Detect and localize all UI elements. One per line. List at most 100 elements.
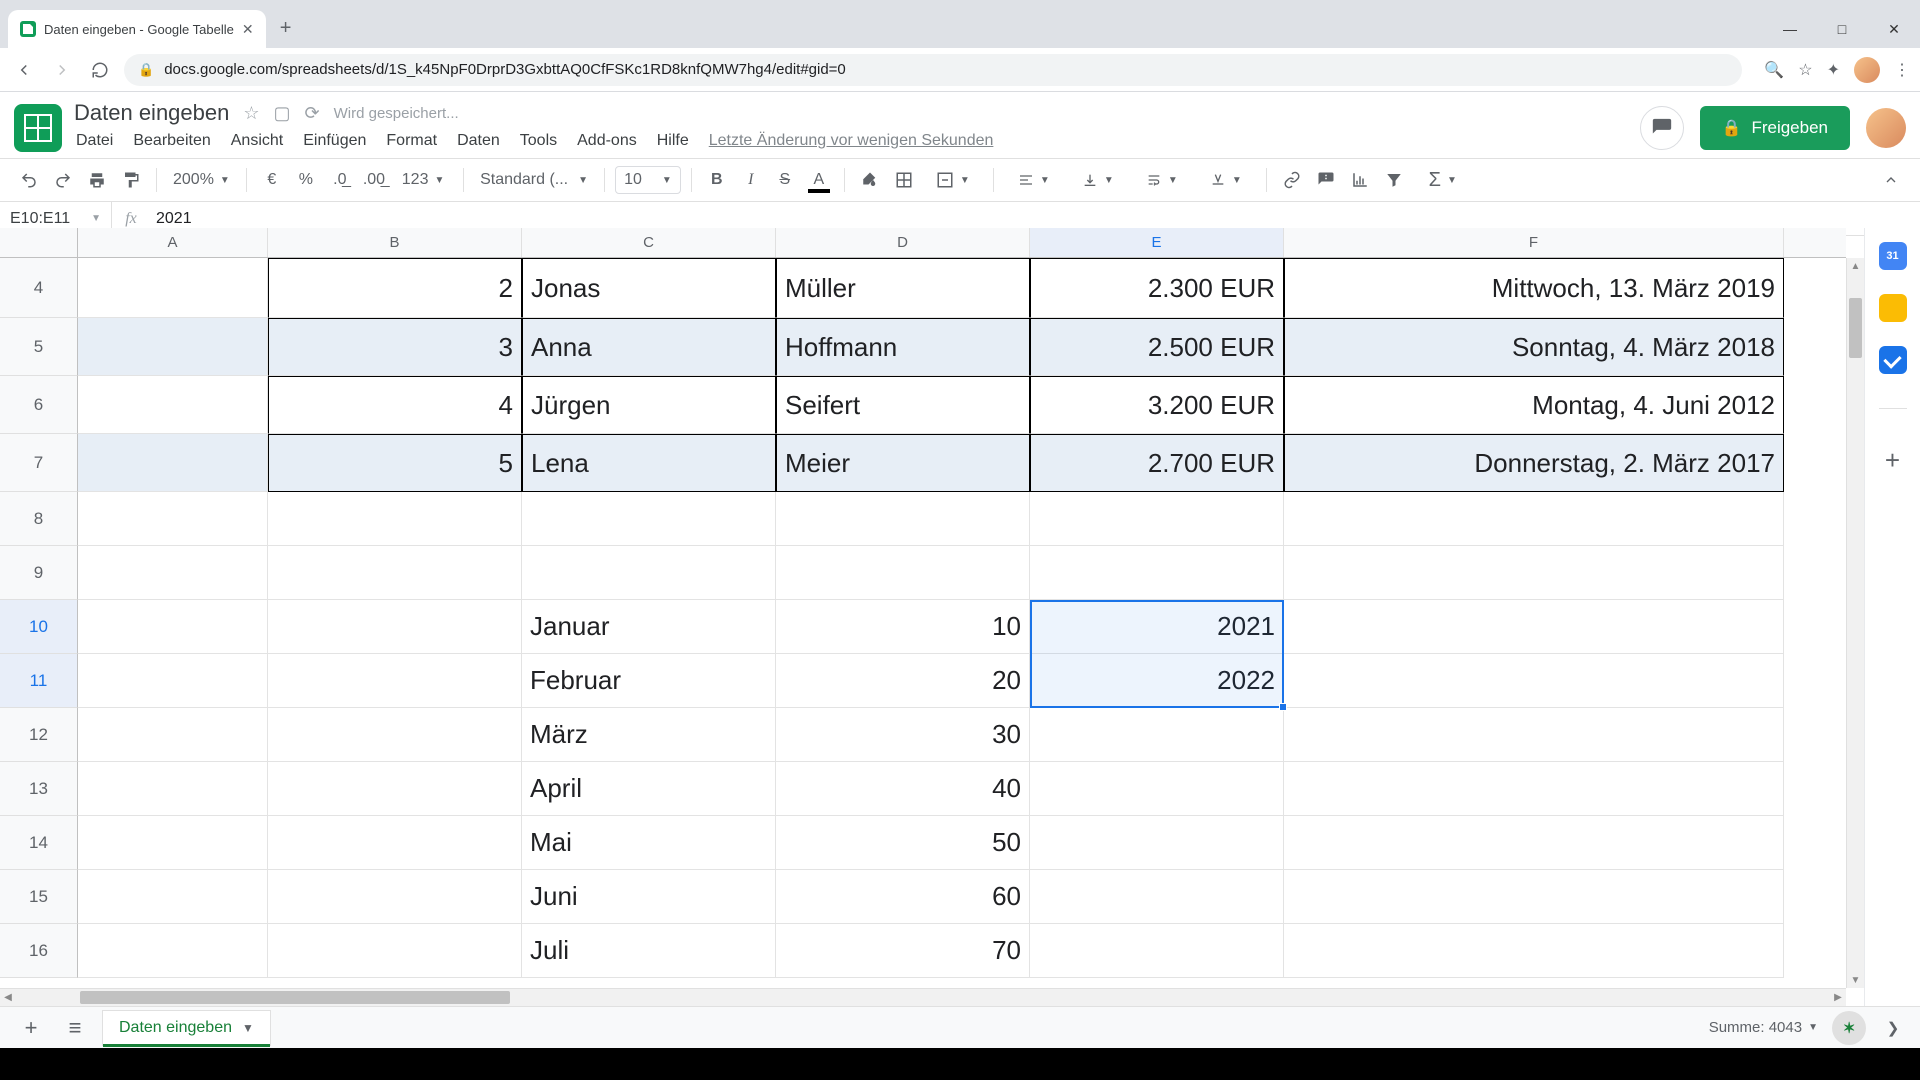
cell-F10[interactable] (1284, 600, 1784, 654)
formula-input[interactable]: 2021 (150, 210, 1920, 228)
scroll-left-icon[interactable]: ◀ (0, 989, 16, 1006)
cell-F13[interactable] (1284, 762, 1784, 816)
cell-C13[interactable]: April (522, 762, 776, 816)
cell-E6[interactable]: 3.200 EUR (1030, 376, 1284, 434)
cell-A6[interactable] (78, 376, 268, 434)
column-header-D[interactable]: D (776, 228, 1030, 257)
cell-B11[interactable] (268, 654, 522, 708)
new-tab-button[interactable]: + (272, 14, 300, 42)
menu-einfuegen[interactable]: Einfügen (303, 132, 366, 150)
cell-F6[interactable]: Montag, 4. Juni 2012 (1284, 376, 1784, 434)
format-currency-button[interactable]: € (257, 165, 287, 195)
functions-button[interactable]: Σ▼ (1413, 165, 1473, 195)
number-format-dropdown[interactable]: 123▼ (393, 165, 453, 195)
scroll-up-icon[interactable]: ▲ (1847, 258, 1864, 274)
cell-D11[interactable]: 20 (776, 654, 1030, 708)
menu-bearbeiten[interactable]: Bearbeiten (133, 132, 210, 150)
cell-B5[interactable]: 3 (268, 318, 522, 376)
text-rotation-button[interactable]: ▼ (1196, 165, 1256, 195)
merge-cells-button[interactable]: ▼ (923, 165, 983, 195)
cell-F7[interactable]: Donnerstag, 2. März 2017 (1284, 434, 1784, 492)
add-addon-button[interactable]: + (1885, 445, 1900, 476)
cell-F8[interactable] (1284, 492, 1784, 546)
nav-forward-button[interactable] (48, 56, 76, 84)
cell-C4[interactable]: Jonas (522, 258, 776, 318)
scroll-right-icon[interactable]: ▶ (1830, 989, 1846, 1006)
cell-A8[interactable] (78, 492, 268, 546)
column-header-F[interactable]: F (1284, 228, 1784, 257)
cell-A7[interactable] (78, 434, 268, 492)
row-header-11[interactable]: 11 (0, 654, 78, 708)
cell-C7[interactable]: Lena (522, 434, 776, 492)
menu-ansicht[interactable]: Ansicht (231, 132, 283, 150)
sheets-logo-icon[interactable] (14, 104, 62, 152)
nav-back-button[interactable] (10, 56, 38, 84)
cell-A10[interactable] (78, 600, 268, 654)
redo-button[interactable] (48, 165, 78, 195)
filter-button[interactable] (1379, 165, 1409, 195)
calendar-addon-icon[interactable] (1879, 242, 1907, 270)
row-header-13[interactable]: 13 (0, 762, 78, 816)
insert-link-button[interactable] (1277, 165, 1307, 195)
horizontal-align-button[interactable]: ▼ (1004, 165, 1064, 195)
cell-B15[interactable] (268, 870, 522, 924)
select-all-corner[interactable] (0, 228, 78, 257)
vscroll-thumb[interactable] (1849, 298, 1862, 358)
cell-E7[interactable]: 2.700 EUR (1030, 434, 1284, 492)
cell-D14[interactable]: 50 (776, 816, 1030, 870)
cell-A15[interactable] (78, 870, 268, 924)
decrease-decimal-button[interactable]: .0̲ (325, 165, 355, 195)
text-color-button[interactable]: A (804, 165, 834, 195)
row-header-14[interactable]: 14 (0, 816, 78, 870)
cell-E16[interactable] (1030, 924, 1284, 978)
aggregate-status[interactable]: Summe: 4043 ▼ (1709, 1019, 1818, 1036)
row-header-9[interactable]: 9 (0, 546, 78, 600)
menu-daten[interactable]: Daten (457, 132, 500, 150)
cell-F16[interactable] (1284, 924, 1784, 978)
cell-C11[interactable]: Februar (522, 654, 776, 708)
cell-F5[interactable]: Sonntag, 4. März 2018 (1284, 318, 1784, 376)
extensions-icon[interactable]: ✦ (1827, 60, 1840, 80)
menu-addons[interactable]: Add-ons (577, 132, 637, 150)
document-title[interactable]: Daten eingeben (74, 100, 229, 126)
cell-D13[interactable]: 40 (776, 762, 1030, 816)
cell-E9[interactable] (1030, 546, 1284, 600)
cell-B16[interactable] (268, 924, 522, 978)
cell-B13[interactable] (268, 762, 522, 816)
cell-E8[interactable] (1030, 492, 1284, 546)
sheet-tab-active[interactable]: Daten eingeben ▼ (102, 1010, 271, 1046)
column-header-A[interactable]: A (78, 228, 268, 257)
insert-chart-button[interactable] (1345, 165, 1375, 195)
cell-B8[interactable] (268, 492, 522, 546)
row-header-4[interactable]: 4 (0, 258, 78, 318)
cell-E13[interactable] (1030, 762, 1284, 816)
side-panel-toggle[interactable]: ❯ (1880, 1019, 1906, 1037)
hscroll-thumb[interactable] (80, 991, 510, 1004)
row-header-16[interactable]: 16 (0, 924, 78, 978)
cell-A11[interactable] (78, 654, 268, 708)
font-family-dropdown[interactable]: Standard (...▼ (474, 165, 594, 195)
cell-A5[interactable] (78, 318, 268, 376)
row-header-12[interactable]: 12 (0, 708, 78, 762)
vertical-align-button[interactable]: ▼ (1068, 165, 1128, 195)
scroll-down-icon[interactable]: ▼ (1847, 972, 1864, 988)
browser-tab[interactable]: Daten eingeben - Google Tabelle ✕ (8, 10, 266, 48)
cell-F11[interactable] (1284, 654, 1784, 708)
cell-B9[interactable] (268, 546, 522, 600)
cell-B14[interactable] (268, 816, 522, 870)
cell-F4[interactable]: Mittwoch, 13. März 2019 (1284, 258, 1784, 318)
horizontal-scrollbar[interactable]: ◀ ▶ (0, 988, 1846, 1006)
row-header-5[interactable]: 5 (0, 318, 78, 376)
cell-C5[interactable]: Anna (522, 318, 776, 376)
cell-D12[interactable]: 30 (776, 708, 1030, 762)
fill-color-button[interactable] (855, 165, 885, 195)
cell-F12[interactable] (1284, 708, 1784, 762)
star-icon[interactable]: ☆ (243, 103, 259, 124)
row-header-15[interactable]: 15 (0, 870, 78, 924)
cell-F9[interactable] (1284, 546, 1784, 600)
cell-E14[interactable] (1030, 816, 1284, 870)
move-icon[interactable]: ▢ (274, 103, 291, 124)
cell-D15[interactable]: 60 (776, 870, 1030, 924)
cell-A4[interactable] (78, 258, 268, 318)
cell-C14[interactable]: Mai (522, 816, 776, 870)
